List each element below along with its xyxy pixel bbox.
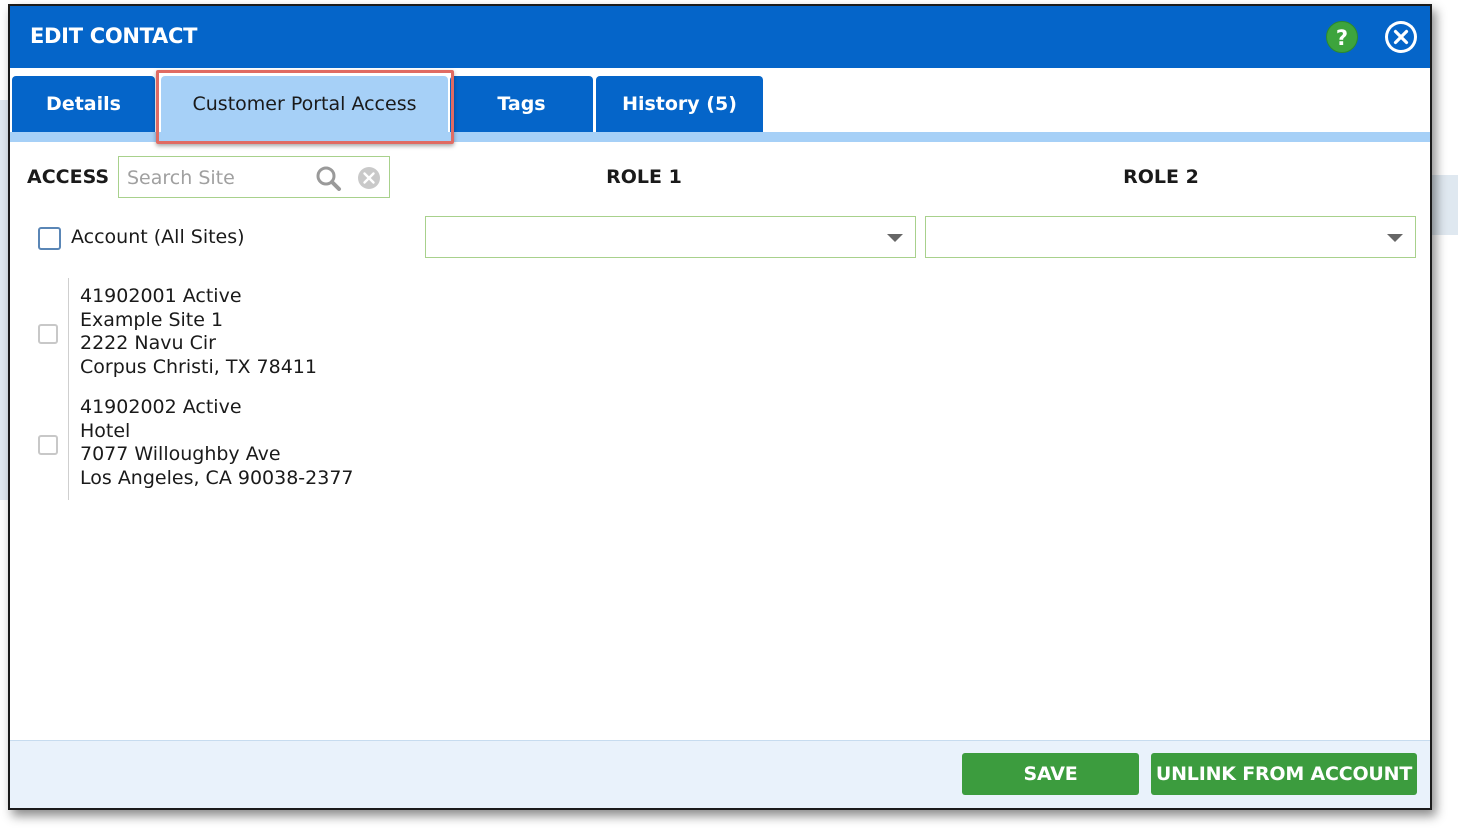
sites-divider <box>68 278 69 500</box>
site-checkbox[interactable] <box>38 324 58 344</box>
search-site-input[interactable] <box>125 163 309 193</box>
tab-history[interactable]: History (5) <box>596 76 763 132</box>
site-checkbox[interactable] <box>38 435 58 455</box>
site-street: 2222 Navu Cir <box>80 332 216 355</box>
site-name: Hotel <box>80 419 131 442</box>
role1-header: ROLE 1 <box>606 166 682 188</box>
background-page-edge-left <box>0 100 8 500</box>
save-button[interactable]: SAVE <box>962 753 1139 795</box>
chevron-down-icon <box>1387 234 1403 242</box>
dialog-titlebar: EDIT CONTACT ? <box>10 6 1430 68</box>
chevron-down-icon <box>887 234 903 242</box>
background-page-edge <box>1430 175 1458 235</box>
site-city: Los Angeles, CA 90038-2377 <box>80 467 354 490</box>
role1-select[interactable] <box>425 216 916 258</box>
tab-highlight-annotation <box>156 70 454 144</box>
help-icon[interactable]: ? <box>1326 21 1358 53</box>
unlink-from-account-button[interactable]: UNLINK FROM ACCOUNT <box>1151 753 1417 795</box>
dialog-title: EDIT CONTACT <box>30 24 198 48</box>
edit-contact-dialog: EDIT CONTACT ? Details Customer Portal A… <box>8 4 1432 810</box>
role2-header: ROLE 2 <box>1123 166 1199 188</box>
site-item: 41902001 Active Example Site 1 2222 Navu… <box>80 285 317 380</box>
clear-icon[interactable] <box>357 166 381 194</box>
dialog-footer: SAVE UNLINK FROM ACCOUNT <box>10 740 1430 808</box>
search-site-box <box>118 156 390 198</box>
site-item: 41902002 Active Hotel 7077 Willoughby Av… <box>80 396 354 491</box>
search-icon[interactable] <box>315 165 345 195</box>
tab-tags[interactable]: Tags <box>450 76 593 132</box>
tab-details[interactable]: Details <box>12 76 155 132</box>
role2-select[interactable] <box>925 216 1416 258</box>
site-city: Corpus Christi, TX 78411 <box>80 356 317 379</box>
site-id-status: 41902002 Active <box>80 396 242 418</box>
site-street: 7077 Willoughby Ave <box>80 443 281 466</box>
account-all-sites-label: Account (All Sites) <box>71 226 245 248</box>
tab-bar: Details Customer Portal Access Tags Hist… <box>10 68 1430 144</box>
account-all-sites-checkbox[interactable] <box>38 227 61 250</box>
access-label: ACCESS <box>27 166 110 188</box>
close-icon[interactable] <box>1385 21 1417 53</box>
site-name: Example Site 1 <box>80 308 224 331</box>
site-id-status: 41902001 Active <box>80 285 242 307</box>
